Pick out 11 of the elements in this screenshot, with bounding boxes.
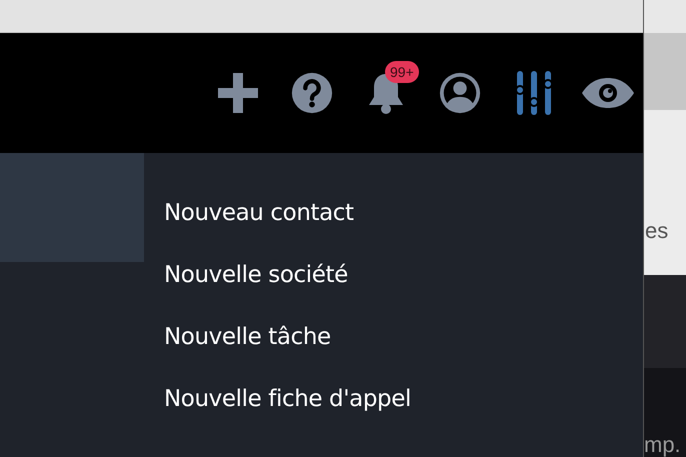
menu-item[interactable]: Nouvelle tâche xyxy=(164,323,331,351)
menu-item[interactable]: Nouvelle fiche d'appel xyxy=(164,385,411,413)
background-text: es xyxy=(645,218,668,244)
notification-count: 99+ xyxy=(385,61,419,83)
menu-item[interactable]: Nouveau contact xyxy=(164,199,354,227)
add-icon xyxy=(215,70,261,116)
menu-item[interactable]: Nouvelle société xyxy=(164,261,348,289)
user-icon xyxy=(438,71,482,115)
background-text: mp. xyxy=(644,433,681,457)
eye-icon xyxy=(580,76,636,110)
help-icon xyxy=(290,71,334,115)
